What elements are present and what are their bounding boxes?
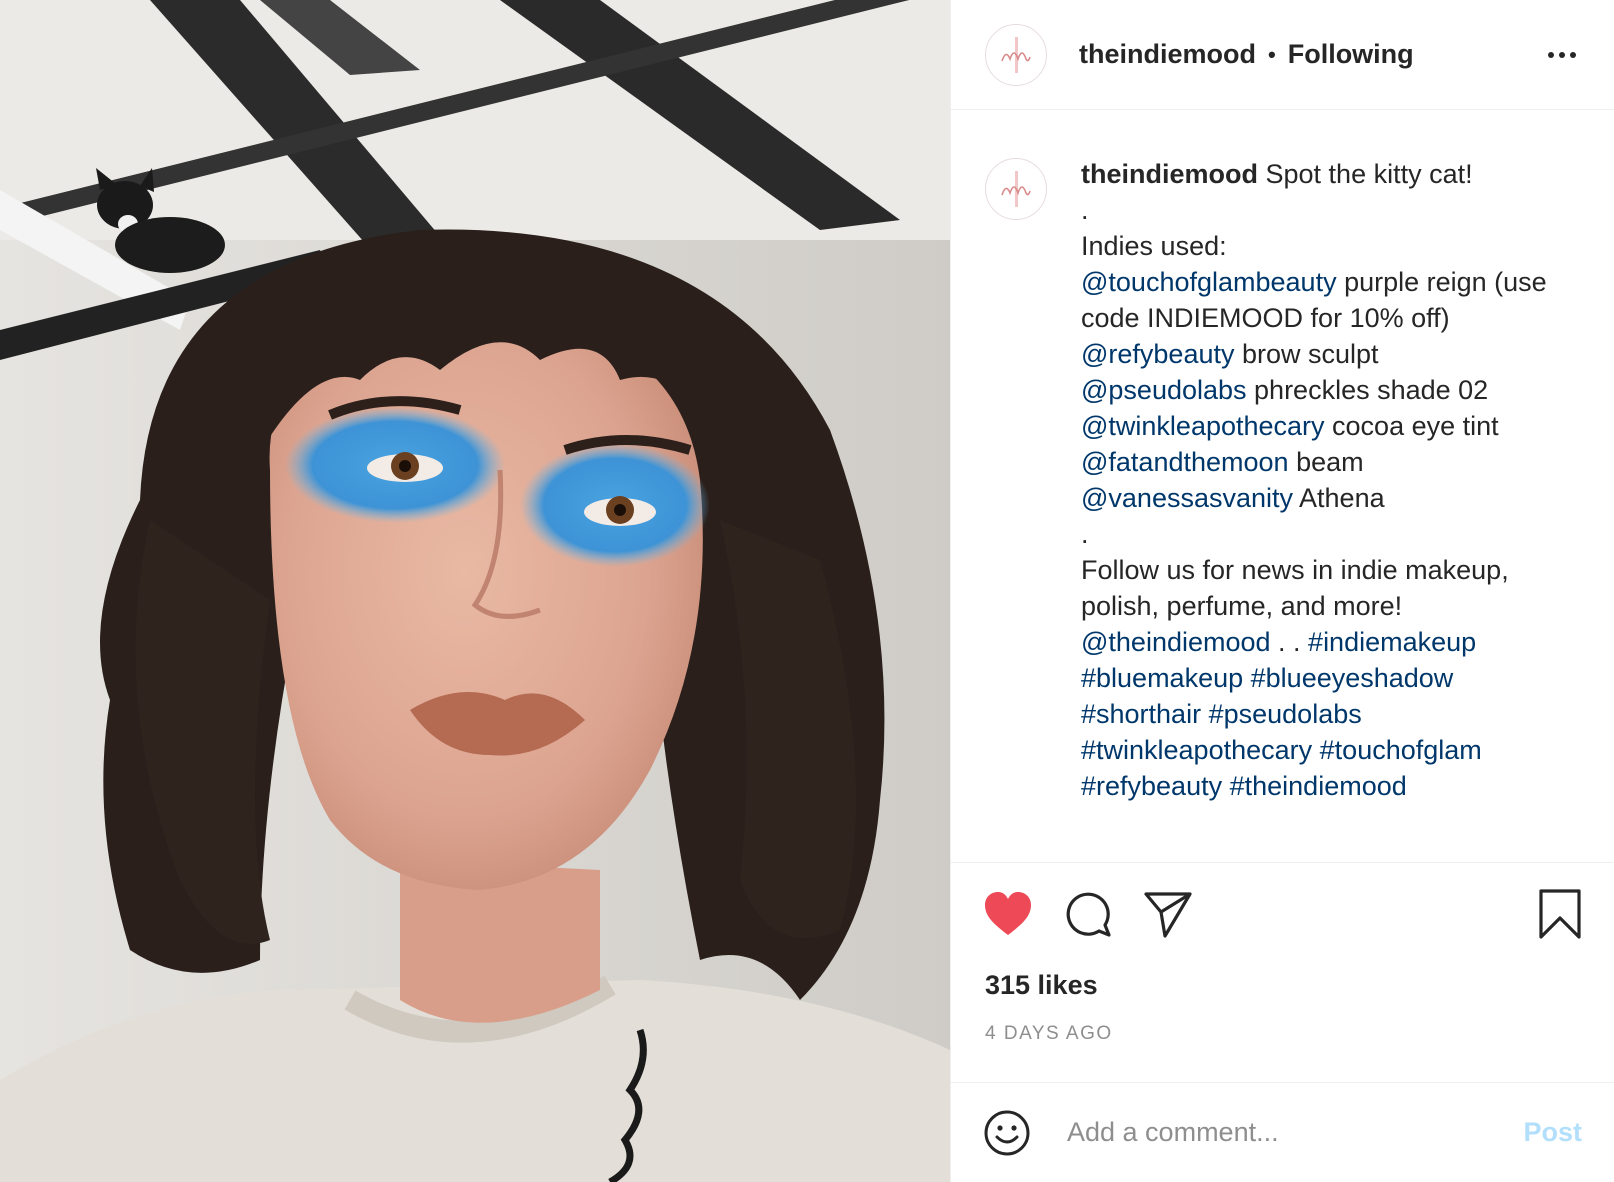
hashtag-link[interactable]: #bluemakeup [1081,663,1243,693]
emoji-button[interactable] [983,1109,1031,1157]
caption-line: @fatandthemoon beam [1081,444,1580,480]
post-photo[interactable] [0,0,950,1182]
mention-link[interactable]: @refybeauty [1081,339,1234,369]
mention-link[interactable]: @twinkleapothecary [1081,411,1325,441]
caption-line: Indies used: [1081,231,1227,261]
hashtag-link[interactable]: #pseudolabs [1209,699,1362,729]
mention-link[interactable]: @fatandthemoon [1081,447,1289,477]
likes-count[interactable]: 315 likes [951,964,1614,1001]
caption-line: code INDIEMOOD for 10% off) [1081,303,1450,333]
caption-text: phreckles shade 02 [1246,375,1489,405]
caption-text: brow sculpt [1234,339,1379,369]
hashtag-link[interactable]: #twinkleapothecary [1081,735,1312,765]
following-button[interactable]: Following [1288,39,1414,70]
caption-line: #bluemakeup #blueeyeshadow [1081,660,1580,696]
instagram-post: theindiemood • Following theindiemood Sp… [0,0,1614,1182]
caption-line: . [1081,195,1089,225]
comment-bar: Post [951,1082,1614,1182]
mention-link[interactable]: @vanessasvanity [1081,483,1293,513]
save-button[interactable] [1538,888,1582,940]
share-button[interactable] [1143,890,1193,938]
caption-line: #refybeauty #theindiemood [1081,768,1580,804]
comment-button[interactable] [1063,889,1113,939]
action-bar [951,862,1614,964]
caption-text: beam [1288,447,1364,477]
caption-text: cocoa eye tint [1324,411,1499,441]
caption-line: . [1081,519,1089,549]
avatar[interactable] [985,23,1047,86]
share-icon [1144,891,1192,938]
hashtag-link[interactable]: #theindiemood [1230,771,1407,801]
heart-icon [985,891,1031,935]
caption-text: Spot the kitty cat! [1258,159,1473,189]
hashtag-link[interactable]: #blueeyeshadow [1251,663,1454,693]
logo-icon [1001,36,1031,73]
like-button[interactable] [983,891,1033,937]
caption-avatar[interactable] [985,158,1047,220]
post-header: theindiemood • Following [951,0,1614,110]
caption-line: @pseudolabs phreckles shade 02 [1081,372,1580,408]
caption-line: #twinkleapothecary #touchofglam [1081,732,1580,768]
mention-link[interactable]: @theindiemood [1081,627,1271,657]
caption-line: polish, perfume, and more! [1081,591,1403,621]
more-dot-icon [1559,51,1565,58]
post-date: 4 DAYS AGO [985,1023,1113,1044]
caption-line: #shorthair #pseudolabs [1081,696,1580,732]
caption-username[interactable]: theindiemood [1081,159,1258,189]
post-caption: theindiemood Spot the kitty cat! . Indie… [1081,156,1580,804]
caption-line: @vanessasvanity Athena [1081,480,1580,516]
caption-line: @touchofglambeauty purple reign (use [1081,264,1580,300]
caption-line: theindiemood Spot the kitty cat! [1081,156,1580,192]
comment-input[interactable] [1065,1116,1524,1149]
caption-line: @refybeauty brow sculpt [1081,336,1580,372]
caption-line: @theindiemood . . #indiemakeup [1081,624,1580,660]
logo-icon [1001,171,1031,207]
hashtag-link[interactable]: #shorthair [1081,699,1201,729]
more-dot-icon [1570,51,1576,58]
header-separator: • [1268,41,1276,67]
hashtag-link[interactable]: #indiemakeup [1308,627,1476,657]
post-side-panel: theindiemood • Following theindiemood Sp… [950,0,1614,1182]
more-dot-icon [1548,51,1554,58]
hashtag-link[interactable]: #refybeauty [1081,771,1222,801]
caption-line: @twinkleapothecary cocoa eye tint [1081,408,1580,444]
smiley-icon [984,1110,1030,1155]
mention-link[interactable]: @touchofglambeauty [1081,267,1337,297]
caption-text: purple reign (use [1336,267,1547,297]
selfie-illustration [0,0,950,1182]
caption-line: Follow us for news in indie makeup, [1081,555,1509,585]
header-username[interactable]: theindiemood [1079,39,1256,70]
more-options-button[interactable] [1544,44,1580,66]
caption-text: Athena [1293,483,1385,513]
post-comment-button[interactable]: Post [1523,1117,1582,1148]
hashtag-link[interactable]: #touchofglam [1320,735,1482,765]
caption-row: theindiemood Spot the kitty cat! . Indie… [985,158,1580,804]
caption-text: . . [1270,627,1309,657]
comment-icon [1066,892,1111,937]
comments-section[interactable]: theindiemood Spot the kitty cat! . Indie… [951,110,1614,862]
bookmark-icon [1539,888,1581,939]
mention-link[interactable]: @pseudolabs [1081,375,1247,405]
